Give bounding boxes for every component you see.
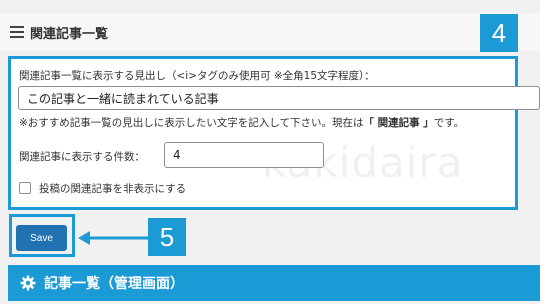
count-field-label: 関連記事に表示する件数： — [19, 151, 145, 163]
help-suffix: です。 — [433, 117, 465, 129]
heading-help-text: ※おすすめ記事一覧の見出しに表示したい文字を記入して下さい。現在は「 関連記事 … — [19, 115, 464, 130]
help-current-value: 「 関連記事 」 — [363, 117, 434, 129]
section-bar: 記事一覧（管理画面） — [8, 265, 540, 301]
arrow-left-icon — [78, 231, 148, 245]
heading-input[interactable] — [18, 86, 540, 110]
help-prefix: ※おすすめ記事一覧の見出しに表示したい文字を記入して下さい。現在は — [19, 117, 364, 129]
hide-related-checkbox[interactable] — [19, 182, 31, 194]
hide-related-label[interactable]: 投稿の関連記事を非表示にする — [39, 181, 186, 196]
panel-header: 関連記事一覧 — [0, 13, 540, 51]
step-5-badge: 5 — [148, 218, 186, 256]
step-4-badge: 4 — [480, 14, 518, 52]
list-icon — [10, 26, 24, 38]
section-title: 記事一覧（管理画面） — [44, 276, 184, 292]
panel-title: 関連記事一覧 — [30, 26, 109, 42]
save-button[interactable]: Save — [16, 225, 67, 251]
heading-field-label: 関連記事一覧に表示する見出し（<i>タグのみ使用可 ※全角15文字程度）： — [19, 70, 375, 82]
gear-icon — [20, 275, 36, 291]
count-input[interactable] — [164, 142, 324, 168]
